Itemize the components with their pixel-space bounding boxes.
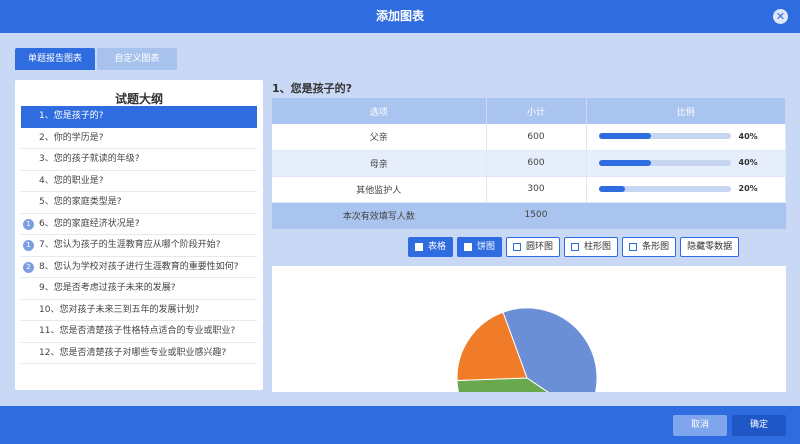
tab-single-report[interactable]: 单题报告图表 [15, 48, 95, 70]
checkbox-icon [513, 243, 522, 251]
count-cell: 600 [486, 150, 587, 177]
chart-toggle-button[interactable]: 条形图 [622, 237, 677, 257]
outline-item-label: 5、您的家庭类型是? [39, 197, 122, 207]
checkbox-icon [415, 243, 423, 251]
table-row: 父亲 600 40% [272, 124, 786, 151]
col-header-option: 选项 [272, 98, 487, 124]
outline-item[interactable]: 2、你的学历是? [21, 128, 257, 149]
total-empty [586, 202, 786, 229]
dialog-footer: 取消 确定 [0, 406, 800, 444]
chart-toggle-label: 圆环图 [526, 242, 554, 252]
checkbox-icon [571, 243, 580, 251]
stats-table: 选项 小计 比例 父亲 600 40% 母亲 600 40% 其他监护人 300 20% 本次有效… [272, 98, 786, 229]
outline-item[interactable]: 11、您是否清楚孩子性格特点适合的专业或职业? [21, 321, 257, 343]
tab-custom-chart[interactable]: 自定义图表 [97, 48, 177, 70]
outline-item-label: 11、您是否清楚孩子性格特点适合的专业或职业? [39, 326, 236, 336]
chart-toggle-label: 条形图 [642, 242, 670, 252]
chart-toggle-button[interactable]: 饼图 [457, 237, 503, 257]
outline-item-label: 3、您的孩子就读的年级? [39, 154, 140, 164]
count-badge: 2 [23, 261, 34, 273]
outline-item-label: 10、您对孩子未来三到五年的发展计划? [39, 304, 200, 315]
ratio-percent: 40% [738, 158, 758, 167]
option-cell: 父亲 [272, 124, 487, 151]
chart-toggle-label: 隐藏零数据 [687, 242, 733, 252]
cancel-button[interactable]: 取消 [673, 415, 727, 436]
outline-item[interactable]: 12、您是否清楚孩子对哪些专业或职业感兴趣? [21, 343, 257, 364]
outline-title: 试题大纲 [114, 92, 163, 106]
outline-item[interactable]: 3、您的孩子就读的年级? [21, 149, 257, 171]
checkbox-icon [629, 243, 638, 251]
count-badge: 1 [23, 218, 34, 230]
ratio-bar [598, 159, 731, 166]
count-cell: 600 [486, 124, 587, 151]
chart-toggle-label: 表格 [428, 242, 447, 252]
dialog-titlebar: 添加图表 ✕ [0, 0, 800, 33]
chart-toggle-button[interactable]: 表格 [408, 237, 454, 257]
chart-tabs: 单题报告图表 自定义图表 [15, 48, 179, 70]
total-row: 本次有效填写人数 1500 [272, 202, 786, 229]
outline-item[interactable]: 10、您对孩子未来三到五年的发展计划? [21, 300, 257, 321]
outline-item[interactable]: 1 6、您的家庭经济状况是? [21, 214, 257, 235]
col-header-ratio: 比例 [586, 98, 786, 124]
table-row: 其他监护人 300 20% [272, 176, 786, 203]
ratio-bar-fill [598, 159, 652, 166]
count-cell: 300 [486, 176, 587, 203]
chart-toggle-label: 饼图 [477, 242, 496, 252]
outline-item-label: 9、您是否考虑过孩子未来的发展? [39, 283, 176, 293]
ratio-cell: 40% [586, 124, 786, 151]
outline-item[interactable]: 2 8、您认为学校对孩子进行生涯教育的重要性如何? [21, 257, 257, 278]
chart-toggle-button[interactable]: 柱形图 [564, 237, 619, 257]
ratio-percent: 20% [738, 184, 758, 193]
ratio-percent: 40% [738, 131, 758, 141]
question-list: 1、您是孩子的? 2、你的学历是? 3、您的孩子就读的年级? 4、您的职业是? 5、您的… [21, 106, 257, 364]
ratio-bar-fill [598, 133, 652, 140]
outline-item-label: 7、您认为孩子的生涯教育应从哪个阶段开始? [39, 240, 221, 250]
outline-item[interactable]: 5、您的家庭类型是? [21, 192, 257, 214]
ratio-cell: 20% [586, 176, 786, 203]
outline-item[interactable]: 4、您的职业是? [21, 171, 257, 192]
chart-type-buttons: 表格 饼图 圆环图 柱形图 条形图 隐藏零数据 [408, 237, 743, 257]
outline-item-label: 1、您是孩子的? [39, 111, 104, 121]
outline-item[interactable]: 9、您是否考虑过孩子未来的发展? [21, 278, 257, 300]
pie-chart [456, 307, 598, 392]
total-label: 本次有效填写人数 [272, 202, 487, 229]
chart-toggle-label: 柱形图 [584, 242, 612, 252]
ratio-bar [598, 185, 731, 192]
question-title: 1、您是孩子的? [272, 82, 353, 95]
ratio-bar-fill [598, 185, 625, 192]
close-icon[interactable]: ✕ [773, 9, 788, 24]
outline-item-label: 12、您是否清楚孩子对哪些专业或职业感兴趣? [39, 347, 227, 358]
ratio-bar [598, 133, 731, 140]
question-outline-panel: 试题大纲 1、您是孩子的? 2、你的学历是? 3、您的孩子就读的年级? 4、您的职业是… [15, 80, 263, 390]
checkbox-icon [464, 243, 473, 251]
table-row: 母亲 600 40% [272, 150, 786, 177]
question-detail-panel: 1、您是孩子的? 选项 小计 比例 父亲 600 40% 母亲 600 40% 其他监护人 3… [272, 80, 786, 392]
chart-panel [272, 266, 786, 392]
col-header-count: 小计 [486, 98, 587, 124]
outline-item-label: 2、你的学历是? [39, 132, 104, 143]
outline-item[interactable]: 1 7、您认为孩子的生涯教育应从哪个阶段开始? [21, 235, 257, 257]
total-count: 1500 [486, 202, 587, 229]
ratio-cell: 40% [586, 150, 786, 177]
option-cell: 母亲 [272, 150, 487, 177]
outline-item-label: 8、您认为学校对孩子进行生涯教育的重要性如何? [39, 261, 239, 272]
outline-item[interactable]: 1、您是孩子的? [21, 106, 257, 128]
dialog-title: 添加图表 [375, 9, 424, 23]
chart-toggle-button[interactable]: 圆环图 [506, 237, 561, 257]
outline-item-label: 4、您的职业是? [39, 175, 104, 186]
chart-toggle-button[interactable]: 隐藏零数据 [680, 237, 740, 257]
option-cell: 其他监护人 [272, 176, 487, 203]
outline-item-label: 6、您的家庭经济状况是? [39, 218, 140, 229]
confirm-button[interactable]: 确定 [732, 415, 786, 436]
count-badge: 1 [23, 240, 34, 251]
